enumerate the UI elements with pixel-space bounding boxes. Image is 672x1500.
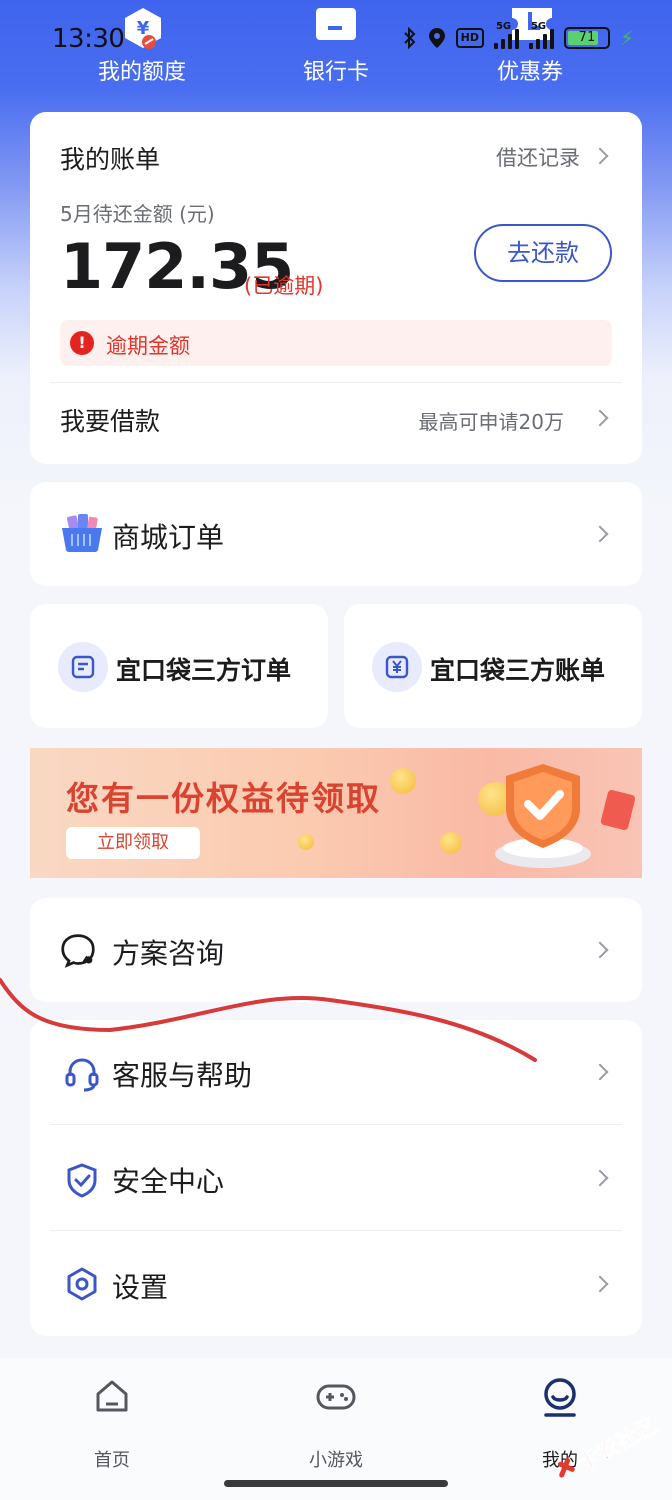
gamepad-icon	[316, 1384, 356, 1410]
shield-icon	[67, 1163, 97, 1198]
plan-consult-row[interactable]: 方案咨询	[30, 898, 642, 1002]
chevron-right-icon	[591, 1063, 609, 1081]
charging-icon: ⚡	[619, 26, 634, 50]
status-bar: 13:30 HD 5G 5G 71 ⚡	[0, 18, 672, 62]
third-party-bills-label: 宜口袋三方账单	[430, 656, 606, 685]
borrow-label[interactable]: 我要借款	[60, 402, 160, 438]
home-icon	[96, 1380, 128, 1412]
battery-icon: 71	[563, 27, 610, 49]
coin-decoration	[440, 832, 462, 854]
menu-item-label: 客服与帮助	[112, 1059, 253, 1092]
home-indicator[interactable]	[224, 1480, 448, 1487]
signal-icon-1: 5G	[493, 21, 519, 49]
yuan-bill-icon	[385, 655, 409, 679]
benefits-banner[interactable]: 您有一份权益待领取 立即领取	[30, 748, 642, 878]
gear-icon	[67, 1267, 97, 1301]
watermark-text: 卡农社区	[573, 1418, 663, 1476]
divider	[50, 1230, 622, 1231]
borrow-hint: 最高可申请20万	[418, 410, 564, 434]
shopping-basket-icon	[62, 514, 102, 552]
due-amount-label: 5月待还金额 (元)	[60, 202, 215, 226]
profile-icon	[544, 1378, 576, 1417]
divider	[50, 1124, 622, 1125]
warning-icon: !	[70, 331, 94, 355]
headset-icon	[65, 1058, 99, 1092]
tab-home-label: 首页	[94, 1450, 130, 1471]
chevron-right-icon	[591, 409, 609, 427]
menu-list: 客服与帮助 安全中心 设置	[30, 1020, 642, 1336]
chevron-right-icon	[591, 1275, 609, 1293]
status-time: 13:30	[52, 24, 125, 54]
menu-item-label: 安全中心	[112, 1165, 225, 1198]
overdue-notice-text: 逾期金额	[106, 334, 190, 358]
signal-icon-2: 5G	[528, 21, 554, 49]
plan-consult-label: 方案咨询	[112, 937, 225, 970]
chat-bubble-icon	[61, 934, 95, 968]
mall-orders-row[interactable]: 商城订单	[30, 482, 642, 586]
coin-decoration	[298, 834, 314, 850]
menu-item-label: 设置	[112, 1271, 169, 1304]
chevron-right-icon	[591, 1169, 609, 1187]
order-icon-bg	[58, 642, 108, 692]
location-icon	[428, 28, 445, 48]
banner-title: 您有一份权益待领取	[66, 779, 381, 818]
third-party-bills-card[interactable]: 宜口袋三方账单	[344, 604, 642, 728]
bill-title: 我的账单	[60, 145, 161, 174]
divider	[50, 382, 622, 383]
watermark-logo: 卡农社区	[558, 1418, 663, 1478]
menu-item-help[interactable]: 客服与帮助	[30, 1020, 642, 1124]
hd-voice-badge: HD	[455, 28, 484, 48]
tab-games-label: 小游戏	[309, 1450, 363, 1471]
overdue-tag: (已逾期)	[244, 274, 324, 298]
third-party-orders-card[interactable]: 宜口袋三方订单	[30, 604, 328, 728]
tab-home[interactable]: 首页	[52, 1378, 172, 1471]
chevron-right-icon	[591, 941, 609, 959]
menu-item-security[interactable]: 安全中心	[30, 1126, 642, 1230]
bluetooth-icon	[403, 27, 416, 49]
overdue-notice[interactable]: ! 逾期金额	[60, 320, 612, 366]
third-party-orders-label: 宜口袋三方订单	[116, 656, 292, 685]
bill-icon-bg	[372, 642, 422, 692]
shield-check-illustration	[495, 764, 591, 868]
order-document-icon	[71, 655, 95, 679]
chevron-right-icon	[591, 525, 609, 543]
bill-card: 我的账单 借还记录 5月待还金额 (元) 172.35 (已逾期) 去还款 ! …	[30, 112, 642, 464]
mall-orders-label: 商城订单	[112, 521, 225, 554]
tab-mine[interactable]: 我的	[500, 1378, 620, 1471]
menu-item-settings[interactable]: 设置	[30, 1232, 642, 1336]
repay-button[interactable]: 去还款	[474, 224, 612, 282]
chevron-right-icon	[591, 147, 609, 165]
claim-now-button[interactable]: 立即领取	[66, 827, 200, 859]
red-envelope-decoration	[600, 789, 636, 831]
tab-games[interactable]: 小游戏	[276, 1378, 396, 1471]
repayment-history-link[interactable]: 借还记录	[496, 142, 580, 172]
coin-decoration	[390, 768, 416, 794]
